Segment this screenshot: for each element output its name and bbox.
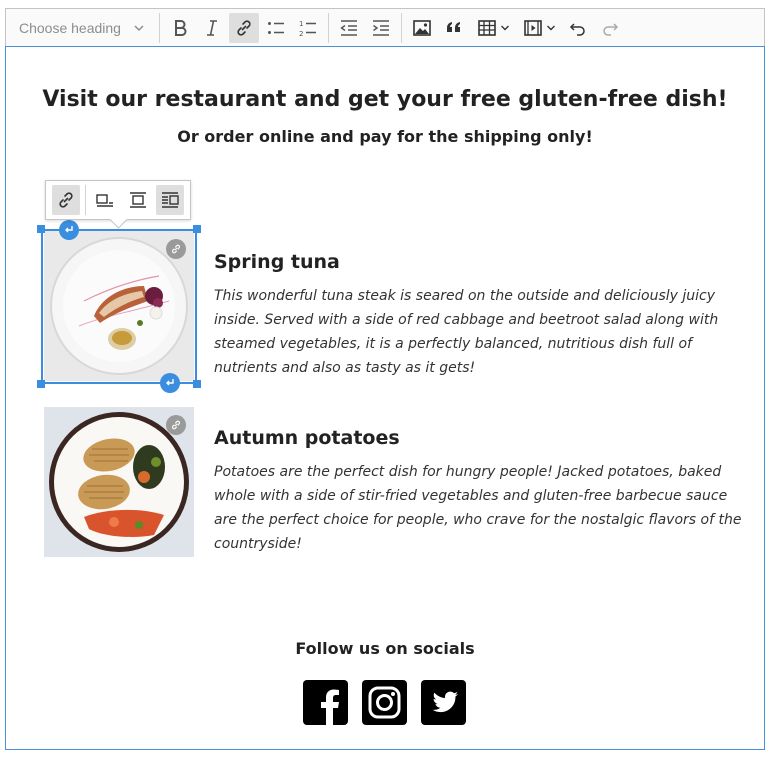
redo-button[interactable] — [595, 13, 625, 43]
link-button[interactable] — [229, 12, 259, 43]
bold-icon — [175, 19, 187, 36]
dish-title: Autumn potatoes — [214, 427, 400, 449]
blockquote-icon — [447, 21, 460, 32]
dish-title: Spring tuna — [214, 251, 340, 273]
toolbar-divider — [85, 185, 87, 215]
chevron-down-icon — [500, 25, 509, 30]
svg-text:1: 1 — [299, 20, 303, 28]
dish-image-autumn-potatoes[interactable] — [44, 407, 194, 557]
chevron-down-icon — [134, 24, 144, 31]
instagram-link[interactable] — [362, 680, 407, 725]
svg-text:2: 2 — [299, 30, 303, 38]
editor-toolbar: Choose heading 12 — [5, 8, 765, 46]
image-block-icon — [129, 192, 146, 208]
enter-icon — [166, 379, 174, 386]
follow-heading: Follow us on socials — [295, 639, 475, 658]
chevron-down-icon — [546, 25, 555, 30]
enter-icon — [65, 226, 73, 233]
twitter-icon — [421, 680, 466, 725]
resize-handle[interactable] — [37, 225, 45, 233]
undo-icon — [569, 22, 585, 36]
image-block-button[interactable] — [123, 185, 151, 215]
heading-dropdown[interactable]: Choose heading — [9, 13, 155, 43]
table-icon — [477, 19, 496, 36]
dish-description: This wonderful tuna steak is seared on t… — [214, 288, 719, 376]
undo-button[interactable] — [563, 13, 593, 43]
image-link-button[interactable] — [52, 185, 81, 215]
image-side-icon — [161, 192, 179, 208]
image-side-button[interactable] — [155, 185, 184, 215]
social-links — [303, 680, 466, 725]
italic-icon — [207, 19, 217, 36]
media-icon — [523, 19, 542, 36]
bulleted-list-button[interactable] — [261, 13, 291, 43]
link-icon — [172, 420, 180, 430]
image-link-badge[interactable] — [166, 415, 186, 435]
insert-image-button[interactable] — [407, 13, 437, 43]
insert-paragraph-before-button[interactable] — [59, 220, 79, 240]
outdent-icon — [340, 19, 357, 36]
resize-handle[interactable] — [193, 225, 201, 233]
facebook-link[interactable] — [303, 680, 348, 725]
indent-button[interactable] — [366, 13, 396, 43]
heading-dropdown-label: Choose heading — [19, 19, 121, 36]
image-inline-button[interactable] — [91, 185, 119, 215]
numbered-list-icon: 12 — [299, 20, 316, 38]
link-icon — [59, 192, 73, 208]
italic-button[interactable] — [197, 13, 227, 43]
instagram-icon — [362, 680, 407, 725]
bold-button[interactable] — [165, 13, 195, 43]
insert-table-button[interactable] — [471, 13, 515, 43]
facebook-icon — [303, 680, 348, 725]
resize-handle[interactable] — [37, 380, 45, 388]
toolbar-divider — [159, 12, 160, 43]
blockquote-button[interactable] — [439, 13, 469, 43]
toolbar-divider — [401, 12, 402, 43]
indent-icon — [373, 19, 389, 36]
image-inline-icon — [96, 194, 114, 207]
bulleted-list-icon — [268, 21, 284, 34]
insert-media-button[interactable] — [517, 13, 561, 43]
outdent-button[interactable] — [334, 13, 364, 43]
image-balloon-toolbar — [45, 180, 191, 220]
editor-content-area[interactable]: Visit our restaurant and get your free g… — [5, 46, 765, 750]
dish-description: Potatoes are the perfect dish for hungry… — [214, 464, 742, 552]
numbered-list-button[interactable]: 12 — [293, 13, 323, 43]
resize-handle[interactable] — [193, 380, 201, 388]
page-title: Visit our restaurant and get your free g… — [42, 87, 728, 112]
redo-icon — [603, 22, 619, 36]
link-icon — [237, 19, 251, 36]
insert-paragraph-after-button[interactable] — [160, 373, 180, 393]
twitter-link[interactable] — [421, 680, 466, 725]
image-selection-frame — [41, 229, 197, 384]
page-subtitle: Or order online and pay for the shipping… — [177, 127, 593, 146]
image-icon — [413, 19, 431, 36]
toolbar-divider — [328, 12, 329, 43]
